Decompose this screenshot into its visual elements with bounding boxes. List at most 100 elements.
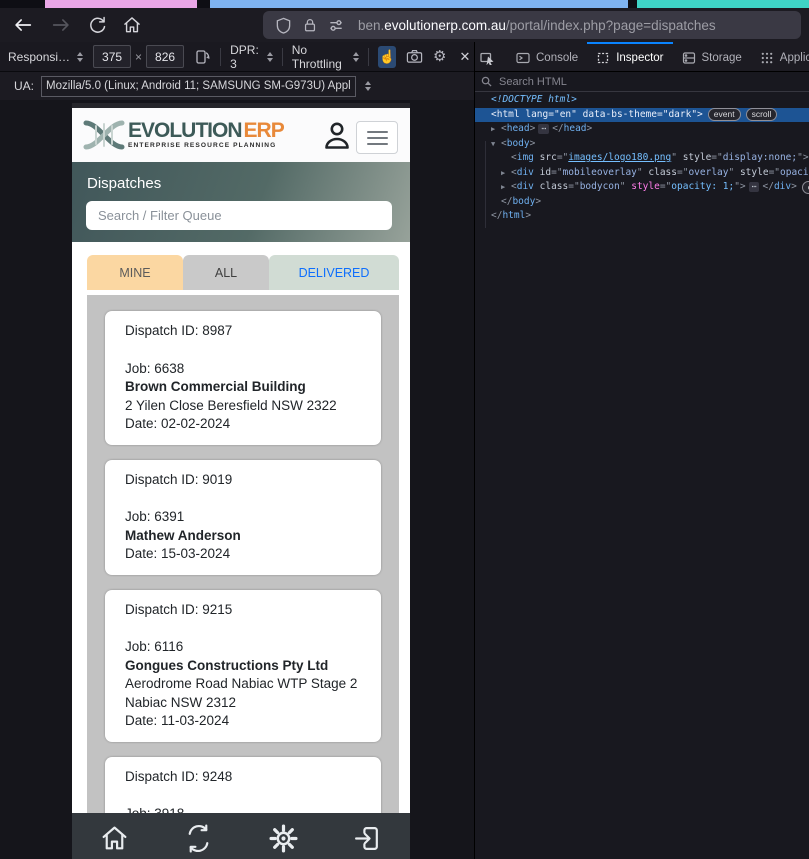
- syntax-tag: body: [506, 137, 530, 149]
- event-badge[interactable]: event: [707, 108, 741, 122]
- markup-row[interactable]: <!DOCTYPE html>: [475, 93, 809, 108]
- search-icon: [481, 76, 492, 87]
- logo-tagline: ENTERPRISE RESOURCE PLANNING: [128, 142, 277, 150]
- nav-refresh-icon[interactable]: [184, 824, 213, 853]
- viewport-height-input[interactable]: [146, 45, 185, 68]
- syntax-attr: data-bs-theme: [582, 108, 657, 120]
- back-icon[interactable]: [8, 11, 38, 39]
- card-line: Mathew Anderson: [125, 527, 241, 543]
- container-tab-color[interactable]: [210, 0, 628, 8]
- shield-icon[interactable]: [275, 17, 292, 34]
- screenshot-root: ben.evolutionerp.com.au/portal/index.php…: [0, 0, 809, 859]
- markup-row[interactable]: < img src =" images/logo180.png " style =" dis…: [475, 151, 809, 166]
- ua-input[interactable]: [41, 75, 357, 97]
- dispatch-card[interactable]: Dispatch ID: 9248 Job: 3918: [105, 756, 381, 813]
- tab-all[interactable]: ALL: [183, 255, 269, 290]
- scroll-badge[interactable]: scroll: [745, 108, 778, 122]
- markup-row[interactable]: ▶ < head > ⋯ </head >: [475, 122, 809, 137]
- markup-row[interactable]: ▼ < body >: [475, 137, 809, 152]
- syntax-link: images/logo180.png: [568, 152, 672, 163]
- syntax-punct: =": [548, 108, 560, 120]
- expand-arrow-icon[interactable]: ▶: [491, 122, 501, 137]
- forward-icon[interactable]: [46, 11, 76, 39]
- app-logo: EVOLUTIONERP ENTERPRISE RESOURCE PLANNIN…: [82, 116, 285, 154]
- ua-stepper[interactable]: [365, 81, 372, 91]
- html-search-input[interactable]: [497, 74, 751, 89]
- syntax-value: opacity:: [780, 166, 809, 178]
- syntax-tag: html: [496, 108, 520, 120]
- syntax-punct: </: [491, 210, 503, 221]
- indent-guideline: [485, 141, 486, 228]
- dispatch-card[interactable]: Dispatch ID: 8987 Job: 6638 Brown Commerci…: [105, 311, 381, 445]
- url-bar[interactable]: ben.evolutionerp.com.au/portal/index.php…: [263, 11, 801, 39]
- touch-simulation-button[interactable]: ☝: [378, 45, 397, 68]
- tab-delivered[interactable]: DELIVERED: [269, 255, 399, 290]
- container-tab-color[interactable]: [637, 0, 809, 8]
- lock-icon[interactable]: [302, 17, 318, 33]
- markup-row[interactable]: </html >: [475, 209, 809, 224]
- card-line: Dispatch ID: 9019: [125, 471, 233, 487]
- markup-row[interactable]: ▶ < div id =" mobileoverlay " class =" overlay "…: [475, 166, 809, 181]
- expand-arrow-icon[interactable]: ▶: [501, 166, 511, 181]
- viewport-width-input[interactable]: [93, 45, 132, 68]
- syntax-punct: </: [552, 123, 564, 134]
- syntax-punct: ">: [691, 108, 703, 120]
- tab-storage[interactable]: Storage: [673, 42, 751, 71]
- inline-expand-icon[interactable]: ⋯: [538, 124, 550, 135]
- menu-hamburger-button[interactable]: [356, 121, 398, 154]
- nav-home-icon[interactable]: [100, 824, 129, 853]
- syntax-attr: class: [539, 181, 569, 192]
- screenshot-camera-icon[interactable]: [405, 46, 423, 68]
- expand-arrow-icon[interactable]: ▶: [501, 180, 511, 195]
- dpr-selector[interactable]: DPR: 3: [230, 43, 273, 71]
- inline-expand-icon[interactable]: ⋯: [748, 182, 760, 193]
- card-line: Nabiac NSW 2312: [125, 694, 237, 710]
- nav-settings-gear-icon[interactable]: [269, 824, 298, 853]
- syntax-punct: </: [762, 181, 774, 192]
- syntax-punct: >: [535, 195, 542, 207]
- throttling-selector[interactable]: No Throttling: [292, 43, 360, 71]
- tab-inspector[interactable]: Inspector: [587, 42, 673, 71]
- pick-element-icon[interactable]: [474, 42, 501, 71]
- card-line: Date: 02-02-2024: [125, 416, 231, 431]
- card-line: Job: 6391: [125, 509, 185, 524]
- container-tab-color[interactable]: [45, 0, 197, 8]
- rotate-viewport-icon[interactable]: [193, 46, 211, 68]
- nav-logout-icon[interactable]: [353, 824, 382, 853]
- syntax-punct: </: [501, 195, 513, 207]
- device-selector[interactable]: Responsi…: [8, 50, 84, 64]
- card-line: Dispatch ID: 8987: [125, 323, 233, 338]
- dispatch-card[interactable]: Dispatch ID: 9019 Job: 6391 Mathew Anderso…: [105, 459, 381, 575]
- rdm-close-icon[interactable]: ✕: [456, 46, 474, 68]
- markup-row-selected[interactable]: < html lang =" en " data-bs-theme =" dark "> eve…: [475, 107, 809, 122]
- expand-arrow-icon[interactable]: ▼: [491, 137, 501, 152]
- syntax-tag: div: [516, 166, 534, 178]
- rdm-settings-gear-icon[interactable]: ⚙: [431, 46, 449, 68]
- tab-console[interactable]: Console: [507, 42, 587, 71]
- console-icon: [516, 52, 530, 63]
- markup-row[interactable]: ▶ < div class =" bodycon " style =" opacity: 1;…: [475, 180, 809, 195]
- tab-application[interactable]: Application: [751, 42, 809, 71]
- syntax-value: bodycon: [579, 181, 620, 192]
- markup-row[interactable]: </body >: [475, 195, 809, 210]
- permissions-icon[interactable]: [328, 17, 345, 34]
- syntax-value: overlay: [688, 166, 729, 178]
- rdm-stage: EVOLUTIONERP ENTERPRISE RESOURCE PLANNIN…: [0, 100, 474, 859]
- dispatch-list: Dispatch ID: 8987 Job: 6638 Brown Commerci…: [87, 295, 399, 813]
- browser-navbar: ben.evolutionerp.com.au/portal/index.php…: [0, 8, 809, 42]
- reload-icon[interactable]: [82, 11, 112, 39]
- over-badge[interactable]: over: [801, 180, 809, 194]
- logo-wordmark: EVOLUTIONERP: [128, 119, 285, 143]
- ua-label: UA:: [14, 79, 35, 93]
- syntax-punct: =": [656, 108, 669, 120]
- dispatch-card[interactable]: Dispatch ID: 9215 Job: 6116 Gongues Constr…: [105, 589, 381, 742]
- syntax-value: dark: [668, 108, 692, 120]
- home-icon[interactable]: [117, 11, 147, 39]
- queue-search-input[interactable]: [86, 201, 392, 230]
- profile-person-icon[interactable]: [322, 120, 352, 152]
- tab-mine[interactable]: MINE: [87, 255, 183, 290]
- card-line: Dispatch ID: 9248: [125, 768, 233, 784]
- syntax-punct: >: [791, 181, 797, 192]
- card-line: Gongues Constructions Pty Ltd: [125, 657, 329, 673]
- html-search-bar[interactable]: [475, 72, 809, 92]
